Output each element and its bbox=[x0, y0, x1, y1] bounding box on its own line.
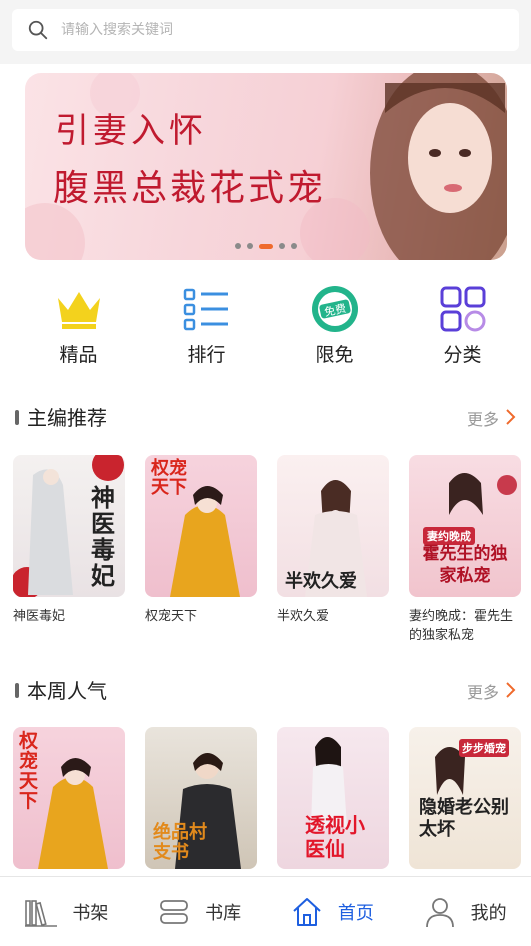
cover-title: 绝品村支书 bbox=[153, 822, 207, 863]
bottom-tab-bar: 书架 书库 首页 我的 bbox=[0, 876, 531, 946]
cover-title: 权宠天下 bbox=[151, 458, 187, 498]
book-card[interactable]: 半欢久爱 半欢久爱 bbox=[277, 455, 389, 645]
category-grid-icon bbox=[440, 286, 485, 332]
quick-nav-premium[interactable]: 精品 bbox=[16, 284, 141, 374]
section-title: 本周人气 bbox=[27, 679, 107, 703]
cover-title: 霍先生的独家私宠 bbox=[422, 544, 508, 586]
carousel-dot[interactable] bbox=[291, 243, 297, 249]
search-bar-area bbox=[0, 0, 531, 64]
section-marker bbox=[15, 683, 19, 698]
search-icon bbox=[28, 20, 48, 40]
tab-profile[interactable]: 我的 bbox=[398, 877, 531, 946]
tab-library[interactable]: 书库 bbox=[133, 877, 266, 946]
book-card[interactable]: 透视小医仙 bbox=[277, 727, 389, 869]
search-box[interactable] bbox=[12, 9, 519, 51]
cover-title: 透视小医仙 bbox=[305, 813, 365, 861]
cover-title: 权宠天下 bbox=[19, 730, 39, 812]
book-title[interactable]: 神医毒妃 bbox=[13, 607, 125, 626]
banner-carousel[interactable]: 引妻入怀 腹黑总裁花式宠 bbox=[25, 73, 507, 260]
banner-title-line1: 引妻入怀 bbox=[55, 111, 207, 151]
book-title[interactable]: 半欢久爱 bbox=[277, 607, 389, 626]
quick-nav-label: 限免 bbox=[315, 344, 354, 366]
quick-nav-ranking[interactable]: 排行 bbox=[144, 284, 269, 374]
book-card[interactable]: 权宠天下 bbox=[13, 727, 125, 869]
carousel-dot[interactable] bbox=[247, 243, 253, 249]
list-icon bbox=[183, 288, 228, 331]
book-card[interactable]: 妻约晚成 霍先生的独家私宠 妻约晚成：霍先生的独家私宠 bbox=[409, 455, 521, 645]
book-list-editor-picks: 神医毒妃 神医毒妃 权宠天下 权宠天下 半欢久爱 半欢久爱 妻约晚成 霍先生的独… bbox=[13, 455, 521, 645]
book-title[interactable]: 权宠天下 bbox=[145, 607, 257, 626]
book-cover[interactable]: 权宠天下 bbox=[145, 455, 257, 597]
section-header-weekly-popular: 本周人气 更多 bbox=[0, 675, 531, 705]
book-cover[interactable]: 妻约晚成 霍先生的独家私宠 bbox=[409, 455, 521, 597]
crown-icon bbox=[57, 292, 100, 329]
home-icon bbox=[293, 897, 321, 926]
carousel-dot[interactable] bbox=[235, 243, 241, 249]
search-input[interactable] bbox=[61, 22, 481, 38]
more-link[interactable]: 更多 bbox=[467, 406, 499, 430]
book-card[interactable]: 权宠天下 权宠天下 bbox=[145, 455, 257, 645]
quick-nav: 精品 排行 免费 限免 分类 bbox=[0, 284, 531, 374]
banner-title-line2: 腹黑总裁花式宠 bbox=[53, 168, 327, 209]
cover-subtitle: 步步婚宠 bbox=[459, 739, 509, 757]
tab-label: 书库 bbox=[205, 902, 242, 924]
book-cover[interactable]: 权宠天下 bbox=[13, 727, 125, 869]
user-icon bbox=[425, 897, 454, 927]
cover-title: 隐婚老公别太坏 bbox=[419, 797, 509, 840]
tab-label: 书架 bbox=[72, 902, 109, 924]
book-card[interactable]: 神医毒妃 神医毒妃 bbox=[13, 455, 125, 645]
quick-nav-free[interactable]: 免费 限免 bbox=[272, 284, 397, 374]
book-list-weekly-popular: 权宠天下 绝品村支书 透视小医仙 步步婚宠 隐婚老公别太坏 bbox=[13, 727, 521, 869]
book-card[interactable]: 步步婚宠 隐婚老公别太坏 bbox=[409, 727, 521, 869]
quick-nav-label: 排行 bbox=[187, 344, 226, 366]
quick-nav-label: 精品 bbox=[59, 344, 98, 366]
more-link[interactable]: 更多 bbox=[467, 679, 499, 703]
book-cover[interactable]: 半欢久爱 bbox=[277, 455, 389, 597]
book-card[interactable]: 绝品村支书 bbox=[145, 727, 257, 869]
free-badge-icon: 免费 bbox=[311, 286, 358, 332]
carousel-indicator bbox=[235, 243, 297, 249]
cover-title: 神医毒妃 bbox=[91, 483, 115, 590]
tab-label: 首页 bbox=[337, 902, 374, 924]
library-icon bbox=[160, 899, 189, 924]
book-cover[interactable]: 透视小医仙 bbox=[277, 727, 389, 869]
section-title: 主编推荐 bbox=[27, 406, 107, 430]
chevron-right-icon[interactable] bbox=[505, 408, 517, 426]
tab-home[interactable]: 首页 bbox=[266, 877, 399, 946]
chevron-right-icon[interactable] bbox=[505, 681, 517, 699]
bookshelf-icon bbox=[25, 899, 58, 927]
section-marker bbox=[15, 410, 19, 425]
cover-title: 半欢久爱 bbox=[285, 571, 357, 592]
book-cover[interactable]: 步步婚宠 隐婚老公别太坏 bbox=[409, 727, 521, 869]
book-title[interactable]: 妻约晚成：霍先生的独家私宠 bbox=[409, 607, 521, 645]
tab-label: 我的 bbox=[470, 902, 507, 924]
book-cover[interactable]: 绝品村支书 bbox=[145, 727, 257, 869]
quick-nav-label: 分类 bbox=[443, 344, 482, 366]
carousel-dot-active[interactable] bbox=[259, 243, 273, 249]
section-header-editor-picks: 主编推荐 更多 bbox=[0, 402, 531, 432]
carousel-dot[interactable] bbox=[279, 243, 285, 249]
tab-bookshelf[interactable]: 书架 bbox=[0, 877, 133, 946]
quick-nav-category[interactable]: 分类 bbox=[400, 284, 525, 374]
book-cover[interactable]: 神医毒妃 bbox=[13, 455, 125, 597]
